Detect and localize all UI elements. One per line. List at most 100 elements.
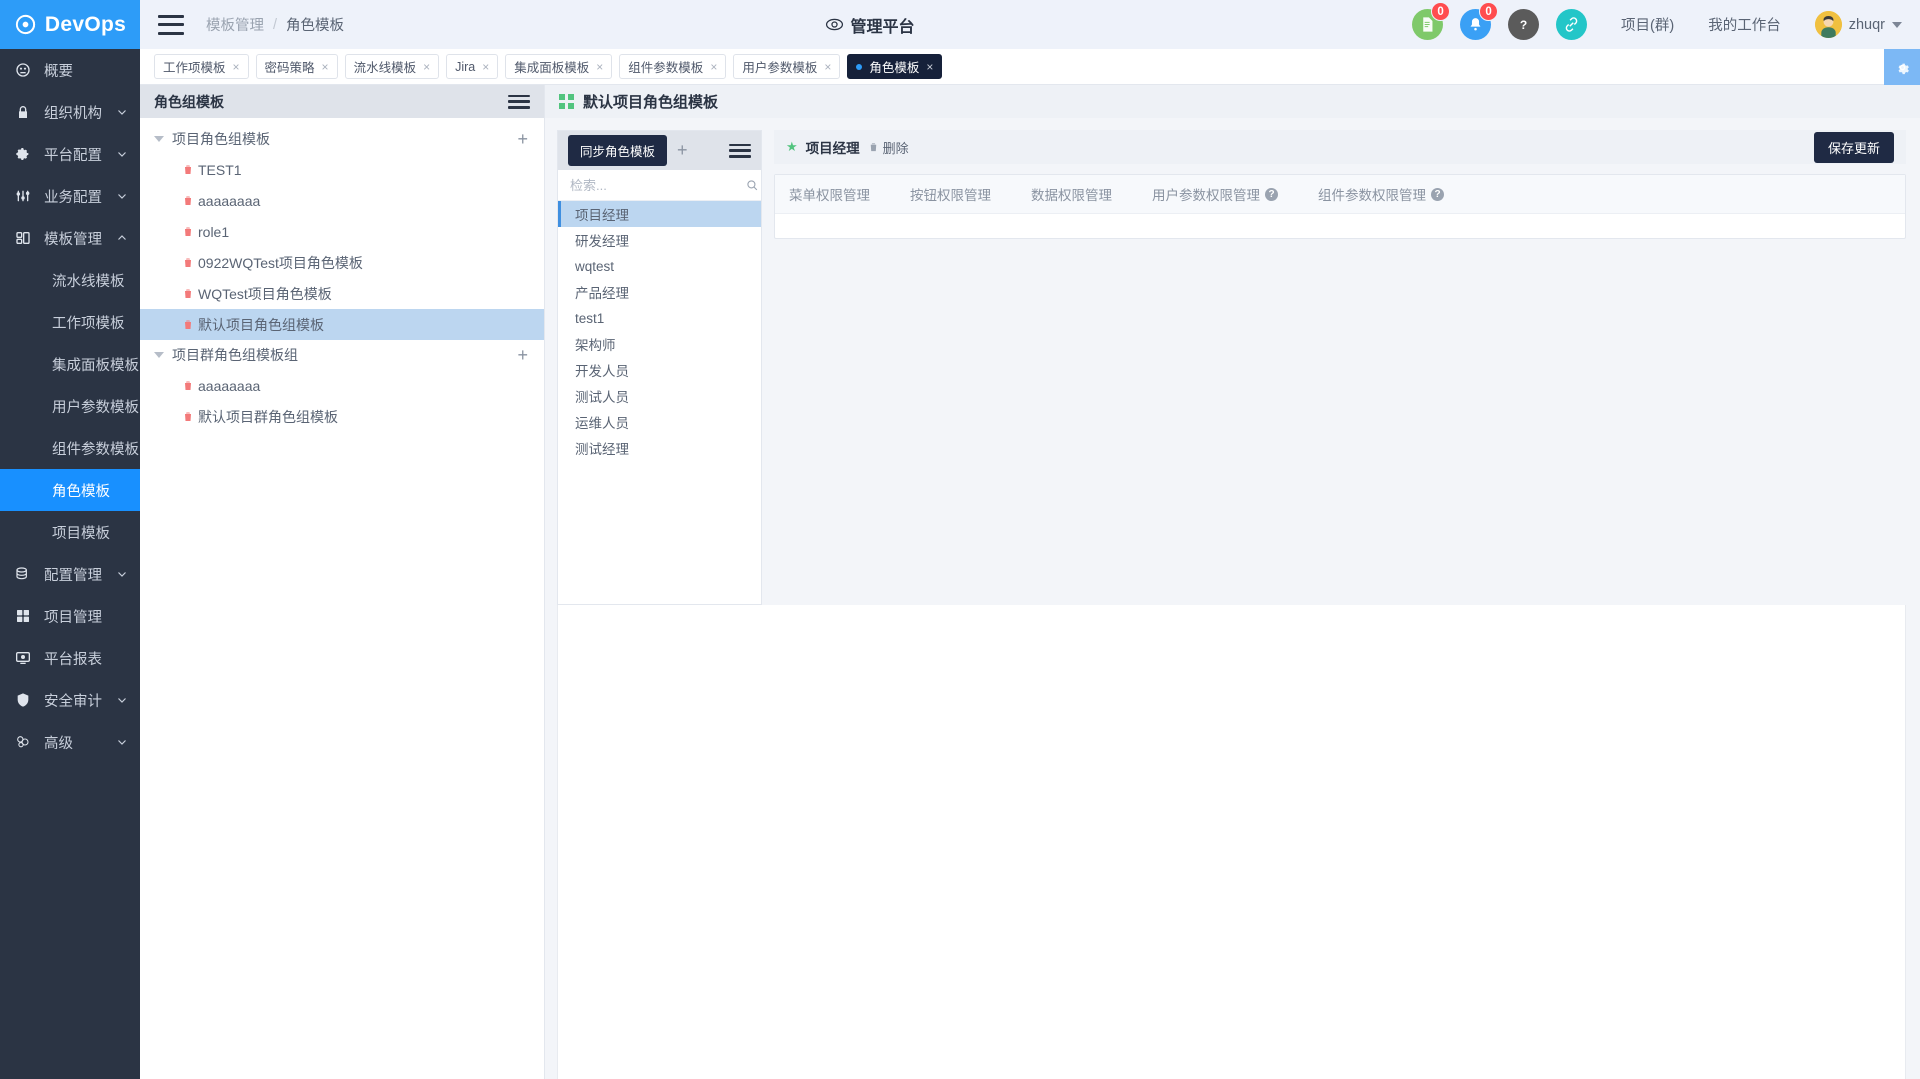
save-update-button[interactable]: 保存更新	[1813, 131, 1894, 163]
sidebar-item-11[interactable]: 项目模板	[0, 511, 140, 553]
tree-node[interactable]: 默认项目群角色组模板	[140, 401, 544, 432]
tab-close-icon[interactable]: ×	[233, 60, 240, 74]
sidebar-item-6[interactable]: 工作项模板	[0, 301, 140, 343]
tab-close-icon[interactable]: ×	[482, 60, 489, 74]
trash-icon[interactable]	[182, 410, 194, 423]
role-search-input[interactable]	[570, 177, 746, 193]
tab-close-icon[interactable]: ×	[710, 60, 717, 74]
permission-tab-2[interactable]: 数据权限管理	[1031, 184, 1112, 204]
tab-strip: 工作项模板 × 密码策略 × 流水线模板 × Jira × 集成面板模板 × 组件参数模板 × 用户参数…	[140, 49, 1920, 85]
permission-tab-3[interactable]: 用户参数权限管理?	[1152, 184, 1278, 204]
brand-logo-area[interactable]: DevOps	[0, 0, 140, 49]
header-link-workbench[interactable]: 我的工作台	[1708, 14, 1781, 35]
tree-node[interactable]: aaaaaaaa	[140, 185, 544, 216]
tab-3[interactable]: Jira ×	[446, 54, 499, 79]
tab-label: 密码策略	[264, 61, 315, 75]
delete-role-button[interactable]: 删除	[868, 138, 909, 157]
document-icon[interactable]: 0	[1412, 2, 1451, 40]
tree-node[interactable]: WQTest项目角色模板	[140, 278, 544, 309]
list-item[interactable]: test1	[558, 305, 761, 331]
header-link-projects[interactable]: 项目(群)	[1621, 14, 1674, 35]
sidebar-item-4[interactable]: 模板管理	[0, 217, 140, 259]
permission-tab-4[interactable]: 组件参数权限管理?	[1318, 184, 1444, 204]
sidebar-item-8[interactable]: 用户参数模板	[0, 385, 140, 427]
tab-close-icon[interactable]: ×	[824, 60, 831, 74]
sidebar-item-15[interactable]: 安全审计	[0, 679, 140, 721]
sidebar-item-16[interactable]: 高级	[0, 721, 140, 763]
tree-group-1[interactable]: 项目群角色组模板组 +	[140, 340, 544, 370]
tab-2[interactable]: 流水线模板 ×	[344, 54, 440, 79]
permission-tab-0[interactable]: 菜单权限管理	[789, 184, 870, 204]
help-icon[interactable]: ?	[1508, 9, 1540, 40]
add-role-button[interactable]: +	[677, 140, 719, 161]
role-search-box[interactable]	[558, 170, 761, 201]
sidebar-item-5[interactable]: 流水线模板	[0, 259, 140, 301]
sidebar-item-13[interactable]: 项目管理	[0, 595, 140, 637]
list-item[interactable]: 运维人员	[558, 409, 761, 435]
permission-tab-1[interactable]: 按钮权限管理	[910, 184, 991, 204]
sidebar-item-3[interactable]: 业务配置	[0, 175, 140, 217]
chevron-down-icon[interactable]	[154, 352, 164, 358]
tree-panel-header: 角色组模板	[140, 85, 544, 118]
list-item[interactable]: 架构师	[558, 331, 761, 357]
sidebar-item-2[interactable]: 平台配置	[0, 133, 140, 175]
tab-1[interactable]: 密码策略 ×	[255, 54, 338, 79]
list-item[interactable]: 产品经理	[558, 279, 761, 305]
help-icon[interactable]: ?	[1265, 187, 1278, 201]
sync-role-template-button[interactable]: 同步角色模板	[568, 135, 668, 166]
list-item[interactable]: wqtest	[558, 253, 761, 279]
sidebar-item-14[interactable]: 平台报表	[0, 637, 140, 679]
sidebar-item-1[interactable]: 组织机构	[0, 91, 140, 133]
tree-node[interactable]: 0922WQTest项目角色模板	[140, 247, 544, 278]
menu-toggle-icon[interactable]	[158, 14, 184, 35]
tab-4[interactable]: 集成面板模板 ×	[505, 54, 613, 79]
trash-icon[interactable]	[182, 287, 194, 300]
tree-node[interactable]: aaaaaaaa	[140, 370, 544, 401]
chevron-down-icon[interactable]	[154, 136, 164, 142]
sidebar-item-9[interactable]: 组件参数模板	[0, 427, 140, 469]
bell-icon[interactable]: 0	[1460, 2, 1499, 40]
settings-gear-icon[interactable]	[1884, 49, 1920, 85]
trash-icon[interactable]	[182, 379, 194, 392]
sidebar-item-10[interactable]: 角色模板	[0, 469, 140, 511]
list-item[interactable]: 测试人员	[558, 383, 761, 409]
tree-node[interactable]: TEST1	[140, 154, 544, 185]
trash-icon[interactable]	[182, 194, 194, 207]
list-item[interactable]: 项目经理	[558, 201, 761, 227]
tab-6[interactable]: 用户参数模板 ×	[733, 54, 841, 79]
add-tree-node-button[interactable]: +	[517, 130, 528, 148]
trash-icon[interactable]	[182, 225, 194, 238]
devops-logo-icon	[15, 14, 35, 35]
tab-5[interactable]: 组件参数模板 ×	[619, 54, 727, 79]
tab-7[interactable]: 角色模板 ×	[847, 54, 943, 79]
sidebar-item-0[interactable]: 概要	[0, 49, 140, 91]
tree-group-label: 项目角色组模板	[172, 131, 270, 147]
tab-close-icon[interactable]: ×	[596, 60, 603, 74]
tree-node[interactable]: role1	[140, 216, 544, 247]
search-icon[interactable]	[746, 179, 759, 192]
sidebar-item-7[interactable]: 集成面板模板	[0, 343, 140, 385]
tab-close-icon[interactable]: ×	[423, 60, 430, 74]
tree-node[interactable]: 默认项目角色组模板	[140, 309, 544, 340]
tree-group-0[interactable]: 项目角色组模板 +	[140, 124, 544, 154]
sidebar-item-12[interactable]: 配置管理	[0, 553, 140, 595]
trash-icon[interactable]	[182, 318, 194, 331]
help-icon[interactable]: ?	[1431, 187, 1444, 201]
list-item[interactable]: 开发人员	[558, 357, 761, 383]
tab-close-icon[interactable]: ×	[926, 60, 933, 74]
sidebar-item-label: 组件参数模板	[52, 441, 139, 458]
user-menu[interactable]: zhuqr	[1814, 11, 1902, 38]
trash-icon[interactable]	[182, 256, 194, 269]
list-item[interactable]: 研发经理	[558, 227, 761, 253]
tab-0[interactable]: 工作项模板 ×	[154, 54, 249, 79]
list-item[interactable]: 测试经理	[558, 435, 761, 461]
link-icon[interactable]	[1556, 9, 1588, 40]
breadcrumb-parent[interactable]: 模板管理	[206, 14, 264, 35]
role-label: wqtest	[575, 258, 615, 274]
add-tree-node-button[interactable]: +	[517, 346, 528, 364]
tree-panel-menu-icon[interactable]	[508, 94, 530, 109]
tree-node-label: 默认项目群角色组模板	[198, 408, 338, 425]
tab-close-icon[interactable]: ×	[322, 60, 329, 74]
trash-icon[interactable]	[182, 163, 194, 176]
role-panel-menu-icon[interactable]	[729, 143, 751, 158]
